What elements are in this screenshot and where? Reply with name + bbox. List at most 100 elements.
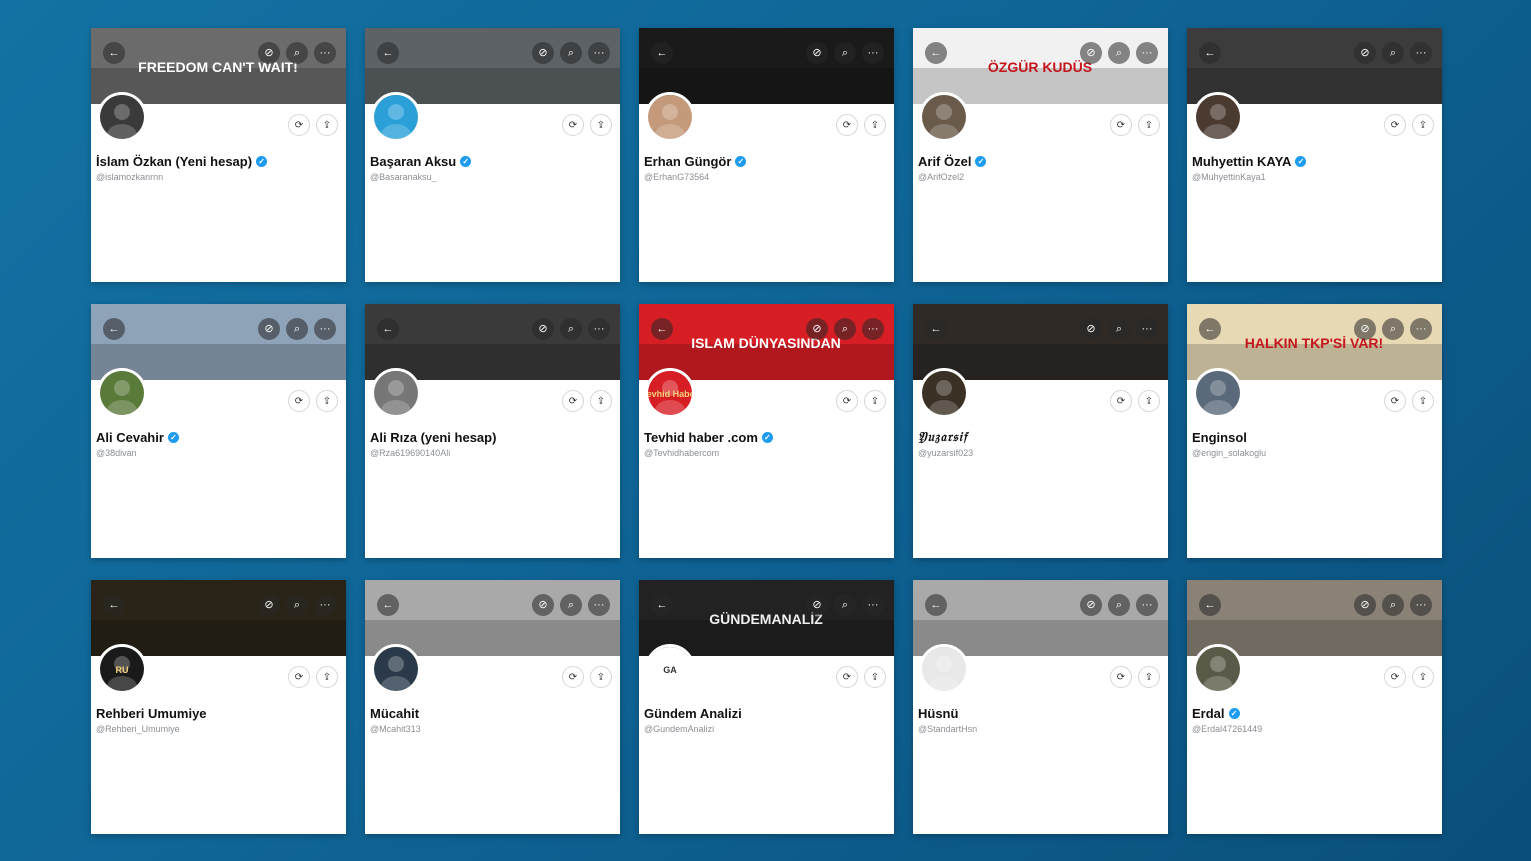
more-options-icon[interactable]: ···: [588, 318, 610, 340]
more-options-icon[interactable]: ···: [1136, 594, 1158, 616]
share-icon[interactable]: ⇪: [316, 114, 338, 136]
share-icon[interactable]: ⇪: [1412, 114, 1434, 136]
refresh-icon[interactable]: ⟳: [1384, 114, 1406, 136]
profile-card-15[interactable]: ← ⊘ ⌕ ··· ⟳ ⇪ Erdal ✓ @Erdal47261449: [1187, 580, 1442, 834]
avatar[interactable]: [1193, 644, 1243, 694]
avatar[interactable]: [371, 644, 421, 694]
back-arrow-icon[interactable]: ←: [103, 594, 125, 616]
sync-icon[interactable]: ⊘: [806, 318, 828, 340]
back-arrow-icon[interactable]: ←: [651, 42, 673, 64]
more-options-icon[interactable]: ···: [862, 318, 884, 340]
share-icon[interactable]: ⇪: [590, 390, 612, 412]
sync-icon[interactable]: ⊘: [1080, 318, 1102, 340]
share-icon[interactable]: ⇪: [1138, 390, 1160, 412]
refresh-icon[interactable]: ⟳: [1384, 666, 1406, 688]
search-icon[interactable]: ⌕: [1108, 318, 1130, 340]
share-icon[interactable]: ⇪: [590, 666, 612, 688]
share-icon[interactable]: ⇪: [1412, 666, 1434, 688]
back-arrow-icon[interactable]: ←: [651, 318, 673, 340]
avatar[interactable]: [371, 92, 421, 142]
refresh-icon[interactable]: ⟳: [562, 666, 584, 688]
back-arrow-icon[interactable]: ←: [377, 42, 399, 64]
avatar[interactable]: [919, 644, 969, 694]
refresh-icon[interactable]: ⟳: [288, 666, 310, 688]
more-options-icon[interactable]: ···: [588, 42, 610, 64]
sync-icon[interactable]: ⊘: [806, 594, 828, 616]
profile-card-8[interactable]: ISLAM DÜNYASINDAN ← ⊘ ⌕ ··· Tevhid Haber…: [639, 304, 894, 558]
sync-icon[interactable]: ⊘: [532, 594, 554, 616]
avatar[interactable]: [1193, 92, 1243, 142]
back-arrow-icon[interactable]: ←: [377, 318, 399, 340]
refresh-icon[interactable]: ⟳: [562, 390, 584, 412]
sync-icon[interactable]: ⊘: [1080, 594, 1102, 616]
avatar[interactable]: [97, 92, 147, 142]
back-arrow-icon[interactable]: ←: [1199, 42, 1221, 64]
profile-card-13[interactable]: GÜNDEMANALİZ ← ⊘ ⌕ ··· GA ⟳ ⇪ Gündem Ana…: [639, 580, 894, 834]
refresh-icon[interactable]: ⟳: [562, 114, 584, 136]
search-icon[interactable]: ⌕: [834, 42, 856, 64]
more-options-icon[interactable]: ···: [1410, 42, 1432, 64]
profile-card-10[interactable]: HALKIN TKP'Sİ VAR! ← ⊘ ⌕ ··· ⟳ ⇪ Enginso…: [1187, 304, 1442, 558]
share-icon[interactable]: ⇪: [1138, 666, 1160, 688]
avatar[interactable]: [97, 368, 147, 418]
profile-card-7[interactable]: ← ⊘ ⌕ ··· ⟳ ⇪ Ali Rıza (yeni hesap) @Rza…: [365, 304, 620, 558]
search-icon[interactable]: ⌕: [560, 318, 582, 340]
avatar[interactable]: [919, 92, 969, 142]
share-icon[interactable]: ⇪: [864, 390, 886, 412]
search-icon[interactable]: ⌕: [560, 42, 582, 64]
more-options-icon[interactable]: ···: [1410, 318, 1432, 340]
search-icon[interactable]: ⌕: [1382, 594, 1404, 616]
more-options-icon[interactable]: ···: [588, 594, 610, 616]
back-arrow-icon[interactable]: ←: [377, 594, 399, 616]
share-icon[interactable]: ⇪: [316, 390, 338, 412]
more-options-icon[interactable]: ···: [314, 318, 336, 340]
back-arrow-icon[interactable]: ←: [925, 594, 947, 616]
refresh-icon[interactable]: ⟳: [288, 114, 310, 136]
sync-icon[interactable]: ⊘: [1080, 42, 1102, 64]
back-arrow-icon[interactable]: ←: [103, 318, 125, 340]
profile-card-14[interactable]: ← ⊘ ⌕ ··· ⟳ ⇪ Hüsnü @StandartHsn: [913, 580, 1168, 834]
search-icon[interactable]: ⌕: [286, 42, 308, 64]
search-icon[interactable]: ⌕: [834, 594, 856, 616]
back-arrow-icon[interactable]: ←: [1199, 318, 1221, 340]
sync-icon[interactable]: ⊘: [258, 594, 280, 616]
search-icon[interactable]: ⌕: [1382, 42, 1404, 64]
sync-icon[interactable]: ⊘: [258, 318, 280, 340]
profile-card-5[interactable]: ← ⊘ ⌕ ··· ⟳ ⇪ Muhyettin KAYA ✓ @Muhyetti…: [1187, 28, 1442, 282]
avatar[interactable]: [645, 92, 695, 142]
back-arrow-icon[interactable]: ←: [1199, 594, 1221, 616]
search-icon[interactable]: ⌕: [1382, 318, 1404, 340]
search-icon[interactable]: ⌕: [560, 594, 582, 616]
share-icon[interactable]: ⇪: [864, 114, 886, 136]
refresh-icon[interactable]: ⟳: [1384, 390, 1406, 412]
share-icon[interactable]: ⇪: [316, 666, 338, 688]
refresh-icon[interactable]: ⟳: [1110, 390, 1132, 412]
more-options-icon[interactable]: ···: [862, 42, 884, 64]
avatar[interactable]: RU: [97, 644, 147, 694]
more-options-icon[interactable]: ···: [862, 594, 884, 616]
profile-card-2[interactable]: ← ⊘ ⌕ ··· ⟳ ⇪ Başaran Aksu ✓ @Basaranaks…: [365, 28, 620, 282]
sync-icon[interactable]: ⊘: [1354, 594, 1376, 616]
profile-card-6[interactable]: ← ⊘ ⌕ ··· ⟳ ⇪ Ali Cevahir ✓ @38divan: [91, 304, 346, 558]
sync-icon[interactable]: ⊘: [532, 42, 554, 64]
more-options-icon[interactable]: ···: [314, 42, 336, 64]
avatar[interactable]: [919, 368, 969, 418]
avatar[interactable]: Tevhid Haber: [645, 368, 695, 418]
share-icon[interactable]: ⇪: [864, 666, 886, 688]
profile-card-1[interactable]: FREEDOM CAN'T WAIT! ← ⊘ ⌕ ··· ⟳ ⇪ İslam …: [91, 28, 346, 282]
share-icon[interactable]: ⇪: [590, 114, 612, 136]
profile-card-11[interactable]: ← ⊘ ⌕ ··· RU ⟳ ⇪ Rehberi Umumiye @Rehber…: [91, 580, 346, 834]
more-options-icon[interactable]: ···: [1136, 318, 1158, 340]
profile-card-4[interactable]: ÖZGÜR KUDÜS ← ⊘ ⌕ ··· ⟳ ⇪ Arif Özel ✓ @A…: [913, 28, 1168, 282]
back-arrow-icon[interactable]: ←: [103, 42, 125, 64]
sync-icon[interactable]: ⊘: [806, 42, 828, 64]
search-icon[interactable]: ⌕: [286, 594, 308, 616]
refresh-icon[interactable]: ⟳: [836, 114, 858, 136]
search-icon[interactable]: ⌕: [286, 318, 308, 340]
avatar[interactable]: [371, 368, 421, 418]
avatar[interactable]: [1193, 368, 1243, 418]
back-arrow-icon[interactable]: ←: [651, 594, 673, 616]
search-icon[interactable]: ⌕: [1108, 594, 1130, 616]
sync-icon[interactable]: ⊘: [1354, 318, 1376, 340]
search-icon[interactable]: ⌕: [1108, 42, 1130, 64]
